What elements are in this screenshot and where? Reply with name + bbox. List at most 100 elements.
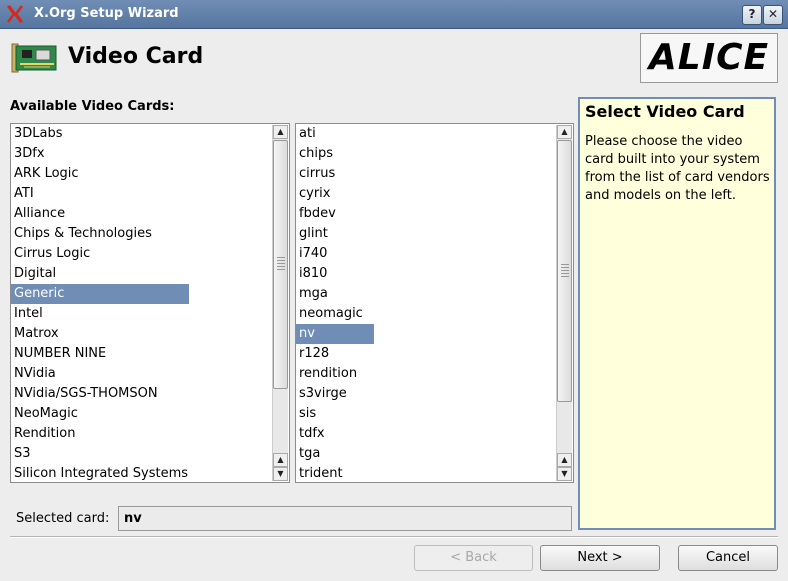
list-item-label: Matrox bbox=[14, 326, 59, 341]
list-item[interactable]: nv bbox=[296, 324, 556, 344]
list-item[interactable]: NUMBER NINE bbox=[11, 344, 272, 364]
list-item[interactable]: tdfx bbox=[296, 424, 556, 444]
list-item[interactable]: Chips & Technologies bbox=[11, 224, 272, 244]
list-item[interactable]: r128 bbox=[296, 344, 556, 364]
alice-logo: ALICE bbox=[640, 33, 778, 83]
list-item[interactable]: trident bbox=[296, 464, 556, 482]
list-item-label: 3DLabs bbox=[14, 126, 63, 141]
list-item[interactable]: fbdev bbox=[296, 204, 556, 224]
list-item-label: Intel bbox=[14, 306, 43, 321]
page-title: Video Card bbox=[68, 44, 204, 69]
list-item-label: Silicon Integrated Systems bbox=[14, 466, 189, 481]
scroll-down-icon[interactable]: ▼ bbox=[273, 467, 288, 481]
cancel-button-label: Cancel bbox=[705, 550, 751, 565]
list-item-label: rendition bbox=[299, 366, 358, 381]
list-item-label: s3virge bbox=[299, 386, 347, 401]
xorg-logo-icon bbox=[7, 5, 23, 23]
help-panel: Select Video Card Please choose the vide… bbox=[578, 97, 776, 530]
list-item-label: Rendition bbox=[14, 426, 76, 441]
list-item-label: NVidia/SGS-THOMSON bbox=[14, 386, 158, 401]
list-item[interactable]: Matrox bbox=[11, 324, 272, 344]
list-item[interactable]: i740 bbox=[296, 244, 556, 264]
list-item[interactable]: NVidia/SGS-THOMSON bbox=[11, 384, 272, 404]
scroll-up-icon[interactable]: ▲ bbox=[273, 453, 288, 467]
close-window-button[interactable]: ✕ bbox=[763, 5, 783, 25]
list-item[interactable]: Generic bbox=[11, 284, 272, 304]
next-button-label: Next > bbox=[577, 550, 623, 565]
vendor-scrollbar[interactable]: ▲ ▲ ▼ bbox=[272, 125, 288, 481]
list-item[interactable]: cirrus bbox=[296, 164, 556, 184]
list-item[interactable]: i810 bbox=[296, 264, 556, 284]
help-title-button[interactable]: ? bbox=[742, 5, 762, 25]
list-item-label: 3Dfx bbox=[14, 146, 45, 161]
list-item[interactable]: tga bbox=[296, 444, 556, 464]
list-item-label: NeoMagic bbox=[14, 406, 78, 421]
list-item-label: NVidia bbox=[14, 366, 56, 381]
list-item[interactable]: cyrix bbox=[296, 184, 556, 204]
list-item-label: nv bbox=[296, 324, 374, 344]
list-item[interactable]: Alliance bbox=[11, 204, 272, 224]
list-item-label: neomagic bbox=[299, 306, 363, 321]
list-item-label: i810 bbox=[299, 266, 328, 281]
list-item[interactable]: neomagic bbox=[296, 304, 556, 324]
list-item-label: Digital bbox=[14, 266, 57, 281]
list-item[interactable]: 3DLabs bbox=[11, 124, 272, 144]
list-item-label: NUMBER NINE bbox=[14, 346, 107, 361]
list-item[interactable]: s3virge bbox=[296, 384, 556, 404]
driver-list[interactable]: ati chips cirrus cyrix fbdev glint i740 i810 mga… bbox=[295, 123, 574, 483]
list-item[interactable]: ATI bbox=[11, 184, 272, 204]
list-item[interactable]: Silicon Integrated Systems bbox=[11, 464, 272, 482]
list-item-label: cirrus bbox=[299, 166, 336, 181]
list-item[interactable]: Rendition bbox=[11, 424, 272, 444]
title-bar: X.Org Setup Wizard ? ✕ bbox=[0, 0, 788, 29]
list-item-label: cyrix bbox=[299, 186, 331, 201]
video-card-icon bbox=[11, 43, 57, 73]
scroll-thumb[interactable] bbox=[557, 140, 572, 402]
list-item[interactable]: S3 bbox=[11, 444, 272, 464]
list-item[interactable]: sis bbox=[296, 404, 556, 424]
list-item[interactable]: Cirrus Logic bbox=[11, 244, 272, 264]
driver-list-items: ati chips cirrus cyrix fbdev glint i740 i810 mga… bbox=[296, 124, 556, 482]
list-item[interactable]: 3Dfx bbox=[11, 144, 272, 164]
list-item[interactable]: rendition bbox=[296, 364, 556, 384]
grip-icon bbox=[277, 257, 285, 271]
scroll-thumb[interactable] bbox=[273, 140, 288, 389]
list-item[interactable]: glint bbox=[296, 224, 556, 244]
list-item-label: glint bbox=[299, 226, 328, 241]
list-item-label: ATI bbox=[14, 186, 34, 201]
list-item-label: S3 bbox=[14, 446, 31, 461]
available-cards-label: Available Video Cards: bbox=[10, 99, 175, 114]
list-item-label: fbdev bbox=[299, 206, 336, 221]
list-item-label: i740 bbox=[299, 246, 328, 261]
list-item[interactable]: NVidia bbox=[11, 364, 272, 384]
scroll-up-icon[interactable]: ▲ bbox=[557, 453, 572, 467]
list-item-label: Cirrus Logic bbox=[14, 246, 91, 261]
list-item[interactable]: Digital bbox=[11, 264, 272, 284]
vendor-list[interactable]: 3DLabs 3Dfx ARK Logic ATI Alliance Chips & Te… bbox=[10, 123, 290, 483]
list-item[interactable]: NeoMagic bbox=[11, 404, 272, 424]
list-item-label: sis bbox=[299, 406, 317, 421]
list-item[interactable]: chips bbox=[296, 144, 556, 164]
scroll-up-icon[interactable]: ▲ bbox=[273, 125, 288, 139]
driver-scrollbar[interactable]: ▲ ▲ ▼ bbox=[556, 125, 572, 481]
cancel-button[interactable]: Cancel bbox=[678, 545, 778, 571]
back-button-label: < Back bbox=[450, 550, 497, 565]
list-item[interactable]: Intel bbox=[11, 304, 272, 324]
list-item-label: Alliance bbox=[14, 206, 66, 221]
list-item-label: trident bbox=[299, 466, 343, 481]
window-title: X.Org Setup Wizard bbox=[34, 6, 179, 21]
scroll-up-icon[interactable]: ▲ bbox=[557, 125, 572, 139]
list-item-label: Chips & Technologies bbox=[14, 226, 152, 241]
list-item[interactable]: mga bbox=[296, 284, 556, 304]
list-item[interactable]: ARK Logic bbox=[11, 164, 272, 184]
list-item-label: chips bbox=[299, 146, 334, 161]
list-item-label: tdfx bbox=[299, 426, 325, 441]
next-button[interactable]: Next > bbox=[540, 545, 660, 571]
list-item-label: Generic bbox=[11, 284, 189, 304]
list-item-label: mga bbox=[299, 286, 328, 301]
back-button[interactable]: < Back bbox=[414, 545, 533, 571]
grip-icon bbox=[561, 264, 569, 278]
list-item-label: ARK Logic bbox=[14, 166, 79, 181]
list-item[interactable]: ati bbox=[296, 124, 556, 144]
scroll-down-icon[interactable]: ▼ bbox=[557, 467, 572, 481]
